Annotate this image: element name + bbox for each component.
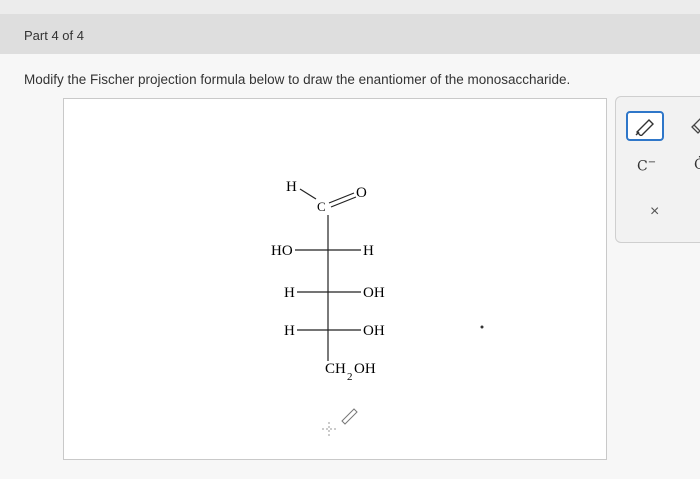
c-o-double-bond-1 bbox=[328, 192, 355, 204]
pencil-icon bbox=[635, 119, 654, 136]
pencil-tool-button[interactable] bbox=[626, 111, 664, 141]
pencil-cursor-icon bbox=[322, 408, 358, 437]
carbanion-label: C bbox=[637, 158, 648, 175]
row1-right-label: H bbox=[363, 243, 374, 259]
bottom-ch-label: CH bbox=[325, 361, 346, 377]
part-header: Part 4 of 4 bbox=[0, 14, 700, 54]
row1-left-label: HO bbox=[271, 243, 293, 259]
row3-left-label: H bbox=[284, 323, 295, 339]
h-c-bond bbox=[299, 188, 317, 200]
row2-left-label: H bbox=[284, 285, 295, 301]
question-prompt: Modify the Fischer projection formula be… bbox=[24, 72, 571, 87]
carbon-radical-button[interactable]: Ċ bbox=[694, 157, 700, 173]
question-area: Modify the Fischer projection formula be… bbox=[0, 54, 700, 479]
carbanion-button[interactable]: C− bbox=[637, 157, 656, 175]
top-h-label: H bbox=[286, 179, 297, 195]
eraser-tool-button[interactable] bbox=[686, 113, 700, 141]
stray-dot bbox=[480, 325, 484, 329]
bottom-oh-label: OH bbox=[354, 361, 376, 377]
fischer-projection[interactable]: H C O HO H H OH H OH CH 2 OH bbox=[64, 99, 606, 459]
row2-right-label: OH bbox=[363, 285, 385, 301]
eraser-icon bbox=[691, 118, 700, 134]
bottom-subscript: 2 bbox=[347, 371, 353, 383]
carbonyl-c-label: C bbox=[317, 199, 326, 214]
drawing-toolbar: C− Ċ × bbox=[615, 96, 700, 243]
row3-right-label: OH bbox=[363, 323, 385, 339]
carbanion-charge: − bbox=[647, 157, 657, 168]
carbonyl-o-label: O bbox=[356, 185, 367, 201]
c-o-double-bond-2 bbox=[330, 196, 357, 208]
part-label: Part 4 of 4 bbox=[24, 28, 84, 43]
drawing-canvas[interactable]: H C O HO H H OH H OH CH 2 OH bbox=[63, 98, 607, 460]
close-icon[interactable]: × bbox=[650, 203, 659, 221]
